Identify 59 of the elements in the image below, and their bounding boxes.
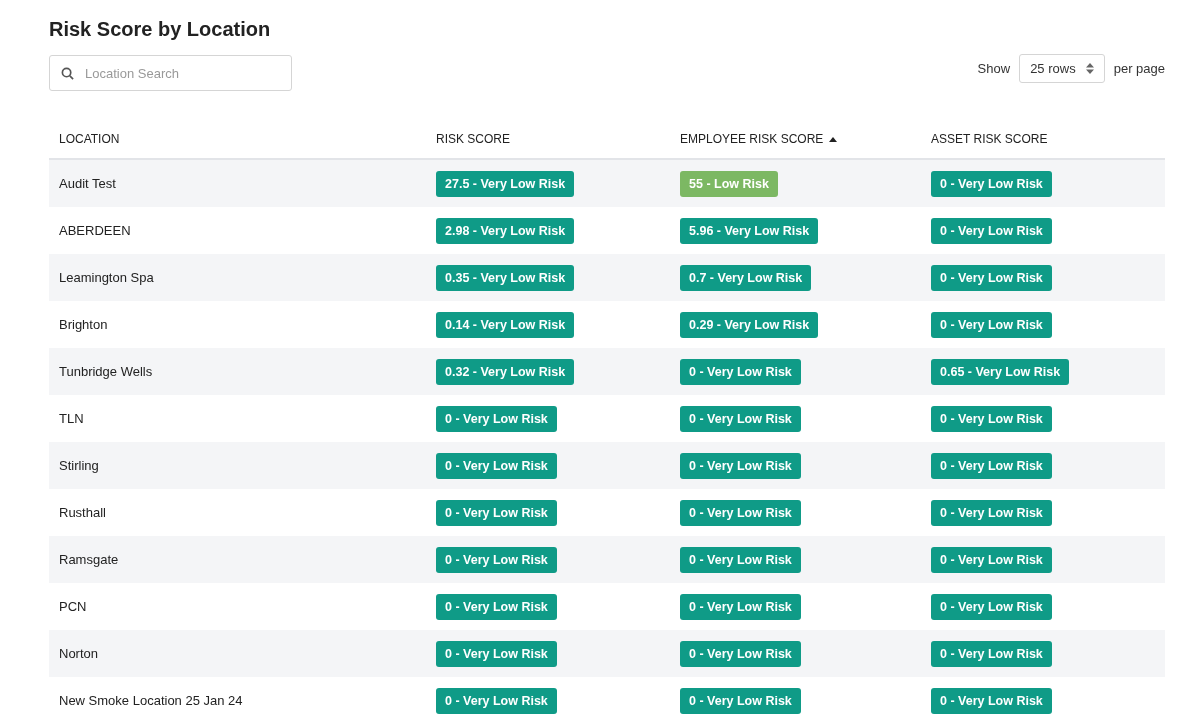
location-cell-text: Brighton [58,317,108,332]
column-header[interactable]: ASSET RISK SCORE [931,132,1048,146]
location-cell-text: New Smoke Location 25 Jan 24 [58,693,243,708]
location-cell-text: ABERDEEN [58,223,131,238]
risk-badge: 0 - Very Low Risk [931,217,1052,244]
risk-badge: 0 - Very Low Risk [436,640,557,667]
risk-badge: 0.14 - Very Low Risk [436,311,575,338]
search-field[interactable]: Location Search [49,55,292,91]
risk-badge: 0 - Very Low Risk [680,640,801,667]
column-header[interactable]: LOCATION [59,132,120,146]
risk-badge: 0 - Very Low Risk [931,499,1052,526]
risk-badge: 0 - Very Low Risk [931,311,1052,338]
search-icon [61,67,74,80]
location-cell-text: Stirling [58,458,99,473]
risk-badge: 0 - Very Low Risk [931,264,1052,291]
risk-badge: 0 - Very Low Risk [931,546,1052,573]
risk-badge: 55 - Low Risk [680,170,778,197]
risk-badge: 0 - Very Low Risk [436,452,557,479]
column-header[interactable]: RISK SCORE [436,132,510,146]
rows-per-page-select[interactable]: 25 rows [1019,54,1105,83]
sort-arrows-icon [1085,63,1094,74]
risk-badge: 0.32 - Very Low Risk [436,358,575,385]
risk-badge: 0 - Very Low Risk [680,405,801,432]
location-cell-text: TLN [58,411,84,426]
risk-badge: 0 - Very Low Risk [436,593,557,620]
risk-badge: 0 - Very Low Risk [436,405,557,432]
risk-badge: 0 - Very Low Risk [931,405,1052,432]
risk-badge: 0 - Very Low Risk [680,499,801,526]
location-cell-text: Audit Test [58,176,116,191]
location-cell-text: Leamington Spa [58,270,154,285]
risk-badge: 5.96 - Very Low Risk [680,217,819,244]
risk-badge: 0.7 - Very Low Risk [680,264,812,291]
page-title: Risk Score by Location [49,18,271,41]
risk-badge: 0 - Very Low Risk [931,452,1052,479]
risk-badge: 0.65 - Very Low Risk [931,358,1070,385]
location-cell-text: Ramsgate [58,552,119,567]
risk-badge: 0 - Very Low Risk [436,546,557,573]
location-cell-text: PCN [58,599,87,614]
risk-badge: 0.35 - Very Low Risk [436,264,575,291]
risk-badge: 0 - Very Low Risk [931,640,1052,667]
risk-badge: 0 - Very Low Risk [680,593,801,620]
risk-badge: 0 - Very Low Risk [931,687,1052,714]
risk-badge: 0 - Very Low Risk [931,593,1052,620]
risk-badge: 0 - Very Low Risk [436,687,557,714]
location-cell-text: Rusthall [58,505,106,520]
risk-badge: 2.98 - Very Low Risk [436,217,575,244]
show-label: Show [977,61,1011,76]
risk-badge: 0 - Very Low Risk [680,546,801,573]
per-page-label: per page [1113,61,1165,76]
risk-badge: 0 - Very Low Risk [931,170,1052,197]
risk-badge: 0 - Very Low Risk [680,452,801,479]
risk-badge: 0 - Very Low Risk [680,687,801,714]
risk-badge: 0 - Very Low Risk [680,358,801,385]
risk-badge: 0.29 - Very Low Risk [680,311,819,338]
location-cell-text: Tunbridge Wells [58,364,153,379]
risk-badge: 0 - Very Low Risk [436,499,557,526]
location-cell-text: Norton [58,646,99,661]
column-header[interactable]: EMPLOYEE RISK SCORE [680,132,824,146]
risk-badge: 27.5 - Very Low Risk [436,170,575,197]
